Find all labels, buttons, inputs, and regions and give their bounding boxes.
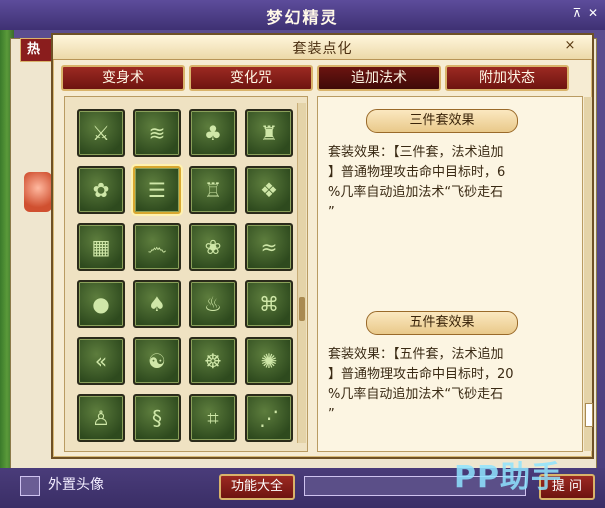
- weapon-bundle-icon[interactable]: ⚔: [77, 109, 125, 157]
- tab-extra-status[interactable]: 附加状态: [445, 65, 569, 91]
- tab-transform[interactable]: 变身术: [61, 65, 185, 91]
- bracket-seal-icon[interactable]: ⌘: [245, 280, 293, 328]
- three-piece-text: 套装效果：【三件套，法术追加 】普通物理攻击命中目标时，6 %几率自动追加法术“…: [328, 143, 564, 223]
- effect-line: %几率自动追加法术“飞砂走石: [328, 185, 504, 200]
- effect-line: 】普通物理攻击命中目标时，6: [328, 165, 506, 180]
- effect-line: 套装效果：【五件套，法术追加: [328, 347, 504, 362]
- rune-grid-icon[interactable]: ⌗: [189, 394, 237, 442]
- close-icon[interactable]: ×: [562, 38, 578, 54]
- effect-line: ”: [328, 407, 335, 422]
- demon-face-icon[interactable]: ♜: [245, 109, 293, 157]
- close-icon[interactable]: ✕: [586, 6, 600, 20]
- castle-icon[interactable]: ♖: [189, 166, 237, 214]
- effect-scroll-thumb[interactable]: [585, 403, 593, 427]
- external-avatar-checkbox[interactable]: [20, 476, 40, 496]
- tree-icon[interactable]: ♠: [133, 280, 181, 328]
- dialog-header: 套装点化 ×: [53, 35, 592, 60]
- dialog-title: 套装点化: [292, 41, 353, 57]
- function-menu-button[interactable]: 功能大全: [219, 474, 295, 500]
- skill-panel: ⚔ ≋ ♣ ♜ ✿ ☰ ♖ ❖ ▦ ෴ ❀ ≈ ● ♠ ♨ ⌘ «☯ ☸ ✺ ♙ § ⌗ ⋰: [64, 96, 308, 452]
- armor-figure-icon[interactable]: ♙: [77, 394, 125, 442]
- effect-panel: 三件套效果 套装效果：【三件套，法术追加 】普通物理攻击命中目标时，6 %几率自…: [317, 96, 593, 452]
- yin-yang-icon[interactable]: ☯: [133, 337, 181, 385]
- gear-circle-icon[interactable]: ✿: [77, 166, 125, 214]
- avatar: [24, 172, 52, 212]
- mushroom-figure-icon[interactable]: ♣: [189, 109, 237, 157]
- dragon-icon[interactable]: §: [133, 394, 181, 442]
- skill-scrollbar[interactable]: [297, 103, 306, 443]
- slash-lines-icon[interactable]: ≋: [133, 109, 181, 157]
- tab-extra-spell[interactable]: 追加法术: [317, 65, 441, 91]
- watermark-logo: PP助手: [454, 460, 562, 495]
- door-panel-icon[interactable]: ▦: [77, 223, 125, 271]
- five-piece-header: 五件套效果: [366, 311, 518, 335]
- effect-line: 套装效果：【三件套，法术追加: [328, 145, 504, 160]
- skill-grid: ⚔ ≋ ♣ ♜ ✿ ☰ ♖ ❖ ▦ ෴ ❀ ≈ ● ♠ ♨ ⌘ «☯ ☸ ✺ ♙ § ⌗ ⋰: [71, 105, 293, 445]
- suit-enchant-dialog: 套装点化 × 变身术 变化咒 追加法术 附加状态 ⚔ ≋ ♣ ♜ ✿ ☰ ♖ ❖ ▦ ෴ ❀ ≈ ● ♠ ♨…: [51, 33, 594, 459]
- skill-scroll-thumb[interactable]: [299, 297, 305, 321]
- tab-bar: 变身术 变化咒 追加法术 附加状态: [61, 65, 581, 91]
- pin-icon[interactable]: ⊼: [570, 6, 584, 20]
- claw-marks-icon[interactable]: ⋰: [245, 394, 293, 442]
- spiral-cloud-icon[interactable]: ෴: [133, 223, 181, 271]
- flower-icon[interactable]: ❀: [189, 223, 237, 271]
- scroll-banner-icon[interactable]: ❖: [245, 166, 293, 214]
- outer-window-title: 梦幻精灵: [266, 8, 339, 27]
- external-avatar-label: 外置头像: [48, 477, 104, 493]
- effect-line: 】普通物理攻击命中目标时，20: [328, 367, 514, 382]
- effect-line: ”: [328, 205, 335, 220]
- monster-icon[interactable]: ☸: [189, 337, 237, 385]
- outer-titlebar: 梦幻精灵 ⊼ ✕: [0, 0, 605, 31]
- flame-icon[interactable]: ♨: [189, 280, 237, 328]
- chevrons-icon[interactable]: «: [77, 337, 125, 385]
- three-piece-header: 三件套效果: [366, 109, 518, 133]
- splash-icon[interactable]: ✺: [245, 337, 293, 385]
- five-piece-text: 套装效果：【五件套，法术追加 】普通物理攻击命中目标时，20 %几率自动追加法术…: [328, 345, 564, 425]
- wave-scroll-icon[interactable]: ≈: [245, 223, 293, 271]
- cloud-lines-icon[interactable]: ☰: [133, 166, 181, 214]
- tab-change-curse[interactable]: 变化咒: [189, 65, 313, 91]
- effect-line: %几率自动追加法术“飞砂走石: [328, 387, 504, 402]
- boulders-icon[interactable]: ●: [77, 280, 125, 328]
- effect-scrollbar[interactable]: [584, 97, 593, 451]
